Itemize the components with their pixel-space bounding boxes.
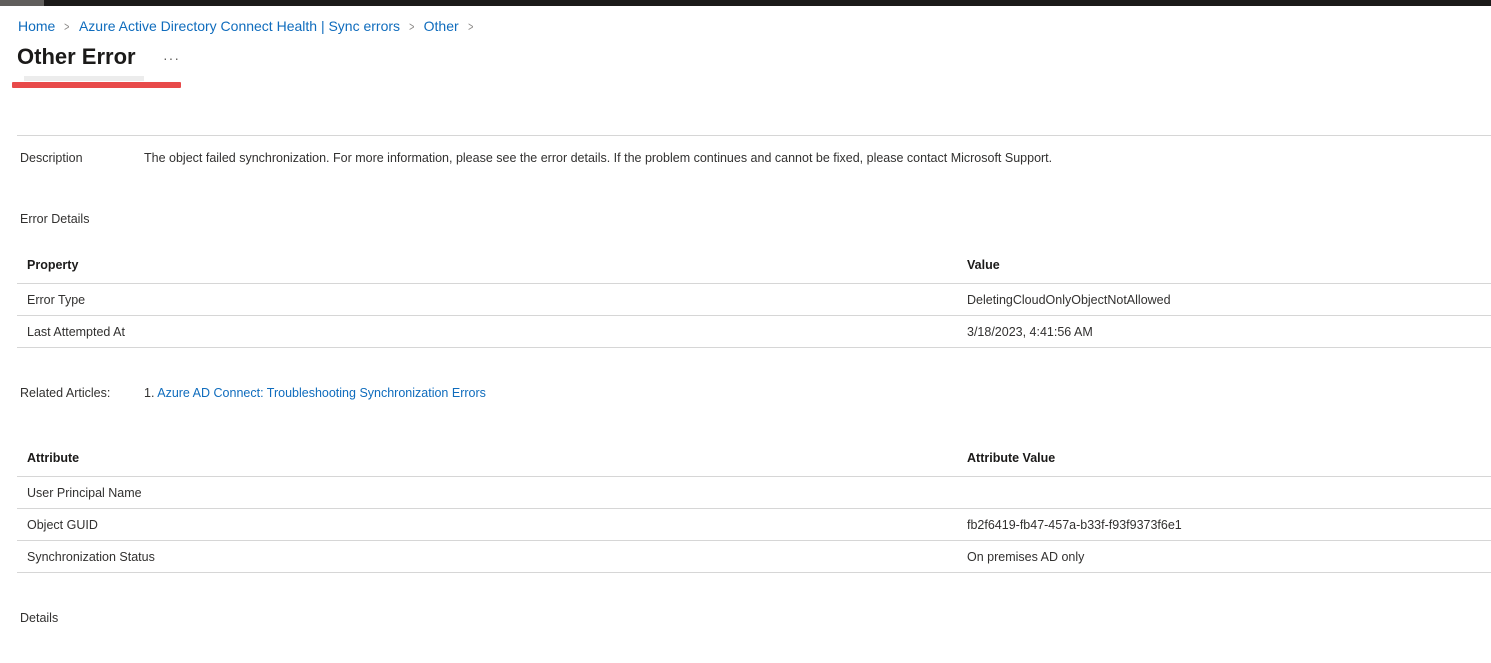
related-articles-label: Related Articles: <box>20 386 111 400</box>
related-article-item: 1. Azure AD Connect: Troubleshooting Syn… <box>144 386 486 400</box>
table-header-row: Attribute Attribute Value <box>17 441 1491 477</box>
attribute-cell: Synchronization Status <box>27 550 155 564</box>
attribute-cell: Object GUID <box>27 518 98 532</box>
details-label: Details <box>20 611 59 625</box>
column-header-property: Property <box>27 258 79 272</box>
column-header-value: Value <box>967 258 1000 272</box>
section-divider <box>17 135 1491 136</box>
value-cell: 3/18/2023, 4:41:56 AM <box>967 325 1093 339</box>
portal-top-bar-accent <box>0 0 44 6</box>
property-cell: Error Type <box>27 293 86 307</box>
table-row: Error Type DeletingCloudOnlyObjectNotAll… <box>17 284 1491 316</box>
chevron-right-icon: > <box>64 18 70 34</box>
page-title: Other Error <box>17 44 136 69</box>
table-row: Last Attempted At 3/18/2023, 4:41:56 AM <box>17 316 1491 348</box>
table-row: User Principal Name <box>17 477 1491 509</box>
column-header-attribute: Attribute <box>27 451 80 465</box>
redacted-subtitle <box>24 76 144 81</box>
attribute-value-cell: On premises AD only <box>967 550 1085 564</box>
attributes-table: Attribute Attribute Value User Principal… <box>17 441 1491 573</box>
property-cell: Last Attempted At <box>27 325 125 339</box>
description-text: The object failed synchronization. For m… <box>144 151 1053 165</box>
description-label: Description <box>20 151 83 165</box>
table-row: Synchronization Status On premises AD on… <box>17 541 1491 573</box>
breadcrumb-other[interactable]: Other <box>424 18 459 34</box>
portal-top-bar <box>0 0 1491 6</box>
value-cell: DeletingCloudOnlyObjectNotAllowed <box>967 293 1171 307</box>
column-header-attribute-value: Attribute Value <box>967 451 1056 465</box>
article-link[interactable]: Azure AD Connect: Troubleshooting Synchr… <box>157 386 486 400</box>
attribute-value-cell: fb2f6419-fb47-457a-b33f-f93f9373f6e1 <box>967 518 1182 532</box>
error-details-label: Error Details <box>20 212 90 226</box>
error-details-table: Property Value Error Type DeletingCloudO… <box>17 248 1491 348</box>
redaction-mark <box>12 82 181 88</box>
ellipsis-icon[interactable]: ··· <box>163 50 180 66</box>
attribute-cell: User Principal Name <box>27 486 142 500</box>
chevron-right-icon: > <box>467 18 474 34</box>
chevron-right-icon: > <box>409 18 415 34</box>
table-header-row: Property Value <box>17 248 1491 284</box>
breadcrumb-home[interactable]: Home <box>18 18 55 34</box>
breadcrumb: Home > Azure Active Directory Connect He… <box>18 16 482 36</box>
breadcrumb-sync-errors[interactable]: Azure Active Directory Connect Health | … <box>79 18 400 34</box>
table-row: Object GUID fb2f6419-fb47-457a-b33f-f93f… <box>17 509 1491 541</box>
article-number: 1. <box>144 386 155 400</box>
